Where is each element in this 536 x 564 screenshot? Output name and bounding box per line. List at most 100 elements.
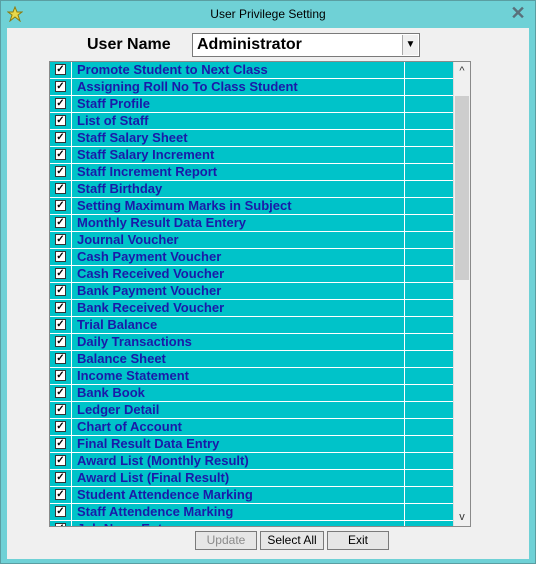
privilege-checkbox[interactable]: ✓ [55,234,66,245]
privilege-row[interactable]: ✓ Trial Balance [50,317,454,334]
select-all-button[interactable]: Select All [260,531,324,550]
privilege-checkbox[interactable]: ✓ [55,98,66,109]
checkbox-cell: ✓ [50,283,72,299]
checkbox-cell: ✓ [50,419,72,435]
privilege-label: Staff Increment Report [77,164,218,179]
privilege-row[interactable]: ✓ Journal Voucher [50,232,454,249]
privilege-row[interactable]: ✓ Cash Received Voucher [50,266,454,283]
privilege-row[interactable]: ✓ Chart of Account [50,419,454,436]
title-bar[interactable]: User Privilege Setting ✕ [1,1,535,27]
privilege-row[interactable]: ✓ Final Result Data Entry [50,436,454,453]
privilege-label: Trial Balance [77,317,158,332]
update-button[interactable]: Update [195,531,257,550]
column-separator [404,266,405,282]
column-separator [404,436,405,452]
checkbox-cell: ✓ [50,249,72,265]
privilege-checkbox[interactable]: ✓ [55,421,66,432]
privilege-row[interactable]: ✓ Bank Payment Voucher [50,283,454,300]
column-separator [404,147,405,163]
privilege-row[interactable]: ✓ Staff Salary Increment [50,147,454,164]
privilege-row[interactable]: ✓ Award List (Final Result) [50,470,454,487]
privilege-checkbox[interactable]: ✓ [55,132,66,143]
privilege-row[interactable]: ✓ Staff Salary Sheet [50,130,454,147]
exit-button[interactable]: Exit [327,531,389,550]
privilege-checkbox[interactable]: ✓ [55,183,66,194]
privilege-checkbox[interactable]: ✓ [55,64,66,75]
privilege-checkbox[interactable]: ✓ [55,81,66,92]
scrollbar-thumb[interactable] [455,96,469,280]
privilege-row[interactable]: ✓ Award List (Monthly Result) [50,453,454,470]
privilege-checkbox[interactable]: ✓ [55,251,66,262]
column-separator [404,504,405,520]
column-separator [404,487,405,503]
privilege-label: Daily Transactions [77,334,192,349]
privilege-row[interactable]: ✓ Monthly Result Data Entery [50,215,454,232]
privilege-checkbox[interactable]: ✓ [55,523,66,526]
privilege-label: Staff Salary Sheet [77,130,188,145]
column-separator [404,300,405,316]
privilege-label: Final Result Data Entry [77,436,220,451]
privilege-row[interactable]: ✓ Staff Birthday [50,181,454,198]
checkbox-cell: ✓ [50,521,72,526]
vertical-scrollbar[interactable]: ^ v [453,62,470,526]
privilege-row[interactable]: ✓ Ledger Detail [50,402,454,419]
privilege-checkbox[interactable]: ✓ [55,217,66,228]
column-separator [404,419,405,435]
column-separator [404,368,405,384]
checkbox-cell: ✓ [50,436,72,452]
privilege-checkbox[interactable]: ✓ [55,489,66,500]
privilege-row[interactable]: ✓ Cash Payment Voucher [50,249,454,266]
privilege-label: Job News Entry [77,521,175,526]
privilege-checkbox[interactable]: ✓ [55,115,66,126]
privilege-checkbox[interactable]: ✓ [55,506,66,517]
privilege-row[interactable]: ✓ Staff Increment Report [50,164,454,181]
checkbox-cell: ✓ [50,385,72,401]
scroll-up-icon[interactable]: ^ [454,63,470,79]
privilege-row[interactable]: ✓ Income Statement [50,368,454,385]
column-separator [404,334,405,350]
privilege-row[interactable]: ✓ Daily Transactions [50,334,454,351]
privilege-label: Award List (Monthly Result) [77,453,249,468]
privilege-checkbox[interactable]: ✓ [55,149,66,160]
privilege-checkbox[interactable]: ✓ [55,285,66,296]
close-icon[interactable]: ✕ [509,4,527,22]
checkbox-cell: ✓ [50,453,72,469]
privilege-grid: ✓ Promote Student to Next Class ✓ Assigning… [49,61,471,527]
user-name-label: User Name [87,36,171,53]
privilege-checkbox[interactable]: ✓ [55,370,66,381]
privilege-row[interactable]: ✓ Balance Sheet [50,351,454,368]
privilege-checkbox[interactable]: ✓ [55,387,66,398]
privilege-row[interactable]: ✓ Bank Received Voucher [50,300,454,317]
privilege-checkbox[interactable]: ✓ [55,438,66,449]
privilege-row[interactable]: ✓ Staff Attendence Marking [50,504,454,521]
privilege-checkbox[interactable]: ✓ [55,472,66,483]
privilege-checkbox[interactable]: ✓ [55,404,66,415]
column-separator [404,249,405,265]
privilege-checkbox[interactable]: ✓ [55,319,66,330]
privilege-checkbox[interactable]: ✓ [55,353,66,364]
privilege-checkbox[interactable]: ✓ [55,302,66,313]
privilege-row[interactable]: ✓ Student Attendence Marking [50,487,454,504]
column-separator [404,215,405,231]
privilege-label: Staff Salary Increment [77,147,215,162]
column-separator [404,470,405,486]
checkbox-cell: ✓ [50,198,72,214]
privilege-row[interactable]: ✓ Job News Entry [50,521,454,526]
column-separator [404,96,405,112]
checkbox-cell: ✓ [50,215,72,231]
privilege-row[interactable]: ✓ Promote Student to Next Class [50,62,454,79]
chevron-down-icon[interactable]: ▼ [402,35,418,55]
privilege-row[interactable]: ✓ Bank Book [50,385,454,402]
scroll-down-icon[interactable]: v [454,509,470,525]
privilege-checkbox[interactable]: ✓ [55,166,66,177]
privilege-row[interactable]: ✓ Setting Maximum Marks in Subject [50,198,454,215]
privilege-row[interactable]: ✓ Staff Profile [50,96,454,113]
privilege-checkbox[interactable]: ✓ [55,200,66,211]
checkbox-cell: ✓ [50,164,72,180]
privilege-row[interactable]: ✓ Assigning Roll No To Class Student [50,79,454,96]
privilege-checkbox[interactable]: ✓ [55,336,66,347]
user-name-select[interactable]: Administrator ▼ [192,33,420,57]
privilege-row[interactable]: ✓ List of Staff [50,113,454,130]
privilege-checkbox[interactable]: ✓ [55,455,66,466]
privilege-checkbox[interactable]: ✓ [55,268,66,279]
